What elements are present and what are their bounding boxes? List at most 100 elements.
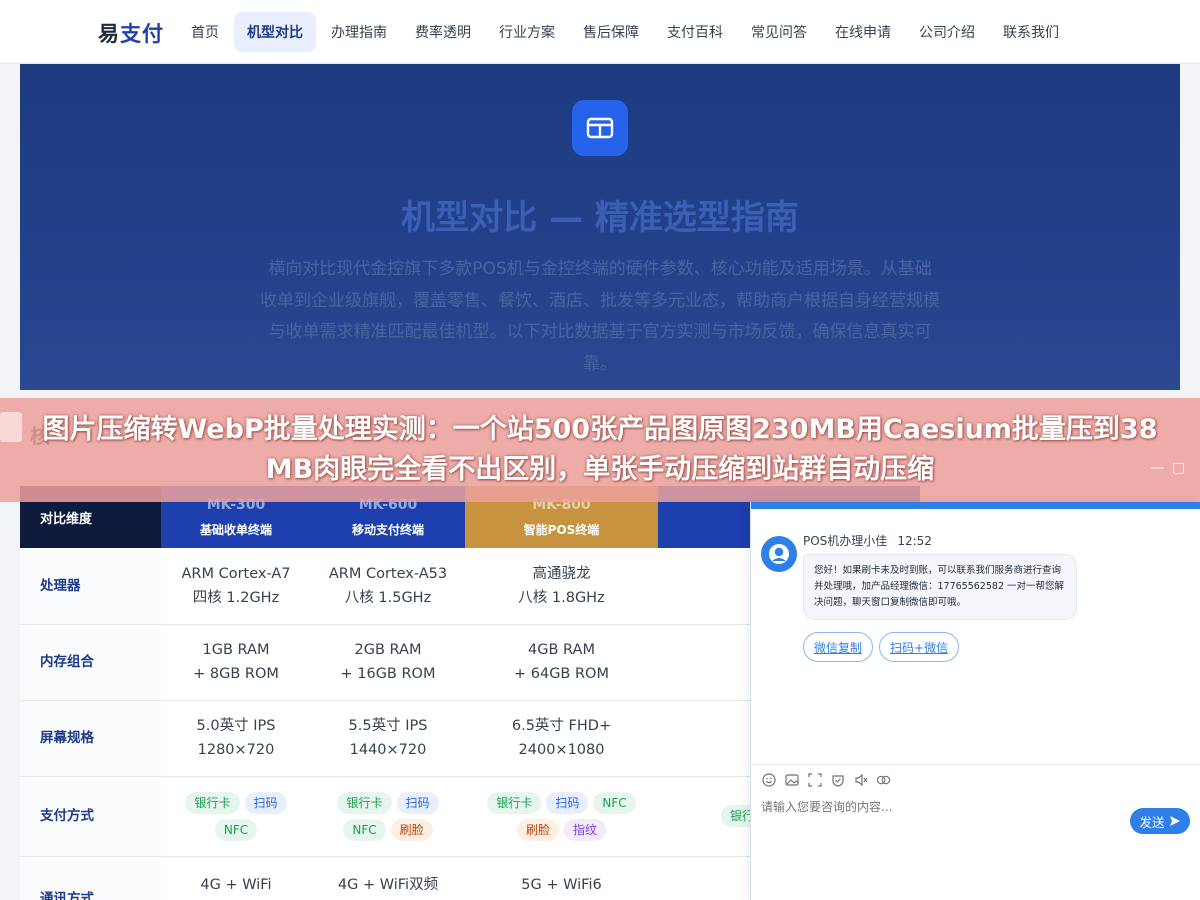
row-label: 内存组合: [20, 624, 161, 701]
nav-apply[interactable]: 在线申请: [822, 12, 904, 52]
payment-chip: 指纹: [564, 818, 607, 841]
payment-chip: 刷脸: [516, 818, 559, 841]
nav-aftersales[interactable]: 售后保障: [570, 12, 652, 52]
maximize-button[interactable]: □: [1172, 460, 1185, 476]
table-cell: 1GB RAM + 8GB ROM: [161, 624, 311, 701]
cell-line: 5.0英寸 IPS: [196, 718, 276, 734]
cell-line: + 8GB ROM: [193, 666, 279, 682]
cell-line: 4G + WiFi: [200, 876, 272, 893]
nav-guide[interactable]: 办理指南: [318, 12, 400, 52]
cell-line: 5.5英寸 IPS: [348, 718, 428, 734]
payment-chip: 扫码: [396, 791, 439, 814]
table-cell: ARM Cortex-A53 八核 1.5GHz: [311, 548, 465, 625]
row-label: 屏幕规格: [20, 700, 161, 777]
table-icon: [572, 100, 628, 156]
table-cell: 4G + WiFi: [161, 856, 311, 900]
nav-about[interactable]: 公司介绍: [906, 12, 988, 52]
cell-line: 4G + WiFi双频: [337, 876, 439, 893]
hero-section: 机型对比 — 精准选型指南 横向对比现代金控旗下多款POS机与金控终端的硬件参数…: [20, 64, 1180, 390]
logo-text-2: 支付: [120, 22, 164, 46]
cell-line: 1GB RAM: [202, 642, 270, 658]
cell-line: ARM Cortex-A7: [181, 565, 291, 582]
agent-meta: POS机办理小佳 12:52: [803, 532, 942, 549]
copy-wechat-button[interactable]: 微信复制: [803, 632, 874, 662]
main-nav: 首页 机型对比 办理指南 费率透明 行业方案 售后保障 支付百科 常见问答 在线…: [178, 12, 1072, 52]
payment-chip: 银行卡: [185, 791, 240, 814]
cell-line: 1280×720: [197, 742, 275, 758]
cell-line: 高通骁龙: [532, 565, 591, 582]
send-icon: [1169, 816, 1180, 826]
agent-avatar: [761, 536, 797, 572]
voice-icon[interactable]: [853, 772, 868, 787]
logo-text-1: 易: [98, 22, 120, 46]
cell-line: 1440×720: [349, 742, 427, 758]
chat-input[interactable]: [761, 800, 1121, 814]
cell-line: 5G + WiFi6: [521, 876, 602, 893]
payment-chip: 银行卡: [487, 791, 542, 814]
emoji-icon[interactable]: [761, 772, 776, 787]
chat-message-bubble: 您好！如果刷卡未及时到账，可以联系我们服务商进行查询并处理哦，加产品经理微信：1…: [803, 554, 1077, 620]
payment-chip: NFC: [214, 818, 258, 841]
cell-line: ARM Cortex-A53: [328, 565, 448, 582]
nav-home[interactable]: 首页: [178, 12, 232, 52]
table-cell: 4G + WiFi双频: [311, 856, 465, 900]
table-cell: 5.0英寸 IPS 1280×720: [161, 700, 311, 777]
nav-model-compare[interactable]: 机型对比: [234, 12, 316, 52]
table-cell: 4GB RAM + 64GB ROM: [465, 624, 658, 701]
message-time: 12:52: [897, 534, 932, 548]
payment-chip: 扫码: [244, 791, 287, 814]
payment-chip: 扫码: [546, 791, 589, 814]
cell-line: 八核 1.8GHz: [518, 589, 605, 606]
minimize-button[interactable]: —: [1150, 460, 1164, 476]
chat-toolbar: [751, 764, 1200, 794]
agent-name: POS机办理小佳: [803, 534, 888, 548]
table-cell: 银行卡 扫码 NFC: [161, 776, 311, 857]
screenshot-icon[interactable]: [807, 772, 822, 787]
row-label: 处理器: [20, 548, 161, 625]
chat-widget: POS机办理小佳 12:52 您好！如果刷卡未及时到账，可以联系我们服务商进行查询…: [750, 502, 1200, 900]
quick-actions: 微信复制 扫码+微信: [803, 632, 960, 662]
top-navbar: 易支付 首页 机型对比 办理指南 费率透明 行业方案 售后保障 支付百科 常见问…: [0, 0, 1200, 64]
table-cell: 5G + WiFi6: [465, 856, 658, 900]
cell-line: 6.5英寸 FHD+: [511, 718, 612, 734]
nav-wiki[interactable]: 支付百科: [654, 12, 736, 52]
image-icon[interactable]: [784, 772, 799, 787]
payment-chip: NFC: [593, 791, 636, 814]
nav-industry[interactable]: 行业方案: [486, 12, 568, 52]
table-cell: 6.5英寸 FHD+ 2400×1080: [465, 700, 658, 777]
nav-contact[interactable]: 联系我们: [990, 12, 1072, 52]
nav-faq[interactable]: 常见问答: [738, 12, 820, 52]
payment-chip: NFC: [343, 818, 386, 841]
banner-edge-mark: [0, 412, 22, 442]
model-tag: 移动支付终端: [351, 522, 424, 537]
table-cell: ARM Cortex-A7 四核 1.2GHz: [161, 548, 311, 625]
cell-line: + 64GB ROM: [513, 666, 609, 682]
payment-chip: 刷脸: [390, 818, 433, 841]
hero-description: 横向对比现代金控旗下多款POS机与金控终端的硬件参数、核心功能及适用场景。从基础…: [260, 259, 940, 374]
overlay-banner: 图片压缩转WebP批量处理实测：一个站500张产品图原图230MB用Caesiu…: [0, 398, 1200, 502]
nav-rates[interactable]: 费率透明: [402, 12, 484, 52]
payment-chip: 银行卡: [337, 791, 392, 814]
table-cell: 银行卡 扫码 NFC 刷脸: [311, 776, 465, 857]
cell-line: 八核 1.5GHz: [344, 589, 432, 606]
table-cell: 银行卡 扫码 NFC 刷脸 指纹: [465, 776, 658, 857]
model-tag: 基础收单终端: [199, 522, 272, 537]
model-tag: 智能POS终端: [523, 522, 600, 537]
row-label: 支付方式: [20, 776, 161, 857]
agent-icon: [769, 544, 789, 564]
table-cell: 2GB RAM + 16GB ROM: [311, 624, 465, 701]
hero-title: 机型对比 — 精准选型指南: [401, 198, 799, 238]
rating-icon[interactable]: [830, 772, 845, 787]
send-label: 发送: [1139, 814, 1165, 830]
cell-line: + 16GB ROM: [340, 666, 436, 682]
send-button[interactable]: 发送: [1130, 808, 1190, 834]
cell-line: 四核 1.2GHz: [192, 589, 280, 606]
site-logo[interactable]: 易支付: [98, 18, 164, 48]
link-icon[interactable]: [876, 772, 891, 787]
banner-text: 图片压缩转WebP批量处理实测：一个站500张产品图原图230MB用Caesiu…: [42, 414, 1158, 485]
table-cell: 高通骁龙八核 1.8GHz: [465, 548, 658, 625]
row-label: 通讯方式: [20, 856, 161, 900]
chat-header-bar: [751, 502, 1200, 509]
cell-line: 2GB RAM: [354, 642, 422, 658]
scan-wechat-button[interactable]: 扫码+微信: [879, 632, 960, 662]
